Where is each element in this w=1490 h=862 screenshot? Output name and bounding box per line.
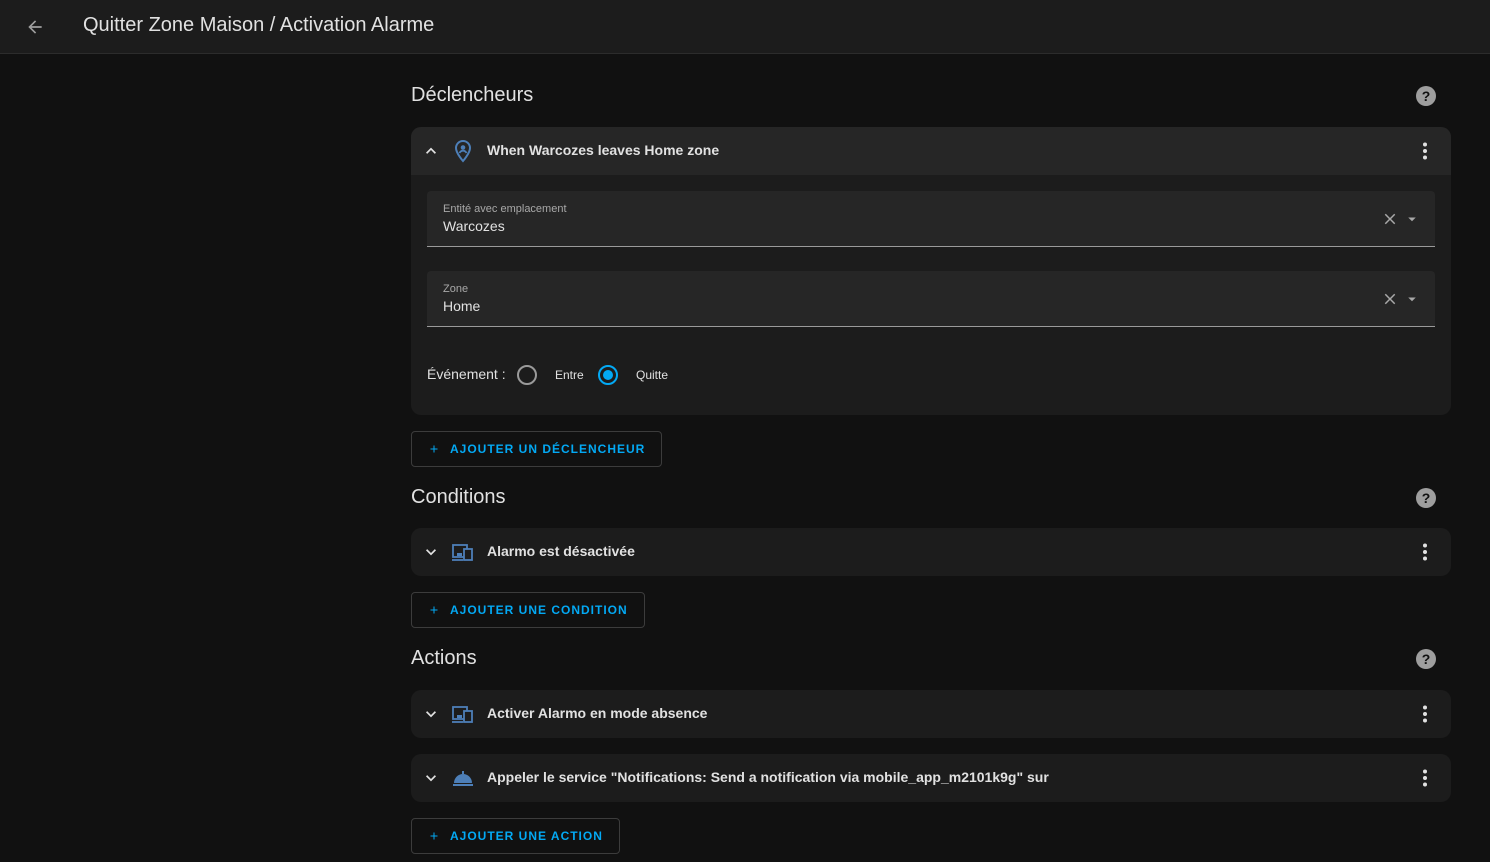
dots-vertical-icon[interactable] [1413,766,1437,790]
entity-field-value: Warcozes [443,218,505,234]
action-title: Activer Alarmo en mode absence [487,705,708,721]
triggers-section-header: Déclencheurs ? [411,84,1451,114]
room-service-icon [453,771,473,786]
radio-entre-label[interactable]: Entre [555,368,584,382]
conditions-section-header: Conditions ? [411,486,1451,516]
plus-icon [430,606,438,614]
help-circle-icon[interactable]: ? [1414,84,1438,108]
chevron-down-icon[interactable] [421,768,441,788]
condition-title: Alarmo est désactivée [487,543,635,559]
radio-quitte-label[interactable]: Quitte [636,368,668,382]
back-button[interactable] [18,10,52,44]
menu-down-icon[interactable] [1403,290,1421,308]
action-card-header[interactable]: Appeler le service "Notifications: Send … [411,754,1451,802]
svg-text:?: ? [1422,651,1431,667]
chevron-up-icon[interactable] [421,141,441,161]
add-action-label: AJOUTER UNE ACTION [450,829,603,843]
close-icon[interactable] [1381,210,1399,228]
action-card: Appeler le service "Notifications: Send … [411,754,1451,802]
action-title: Appeler le service "Notifications: Send … [487,769,1049,785]
radio-quitte[interactable] [598,365,618,385]
plus-icon [430,445,438,453]
entity-field-label: Entité avec emplacement [443,203,567,215]
help-circle-icon[interactable]: ? [1414,647,1438,671]
trigger-title: When Warcozes leaves Home zone [487,142,720,158]
help-circle-icon[interactable]: ? [1414,486,1438,510]
add-condition-button[interactable]: AJOUTER UNE CONDITION [411,592,645,628]
map-marker-account-icon [454,139,472,163]
zone-field-value: Home [443,298,481,314]
zone-field-label: Zone [443,283,469,295]
arrow-left-icon [28,20,42,34]
radio-entre[interactable] [517,365,537,385]
dots-vertical-icon[interactable] [1413,139,1437,163]
trigger-card: When Warcozes leaves Home zone Entité av… [411,127,1451,415]
action-card: Activer Alarmo en mode absence [411,690,1451,738]
event-radio-group: Événement : Entre Quitte [427,363,1027,387]
entity-select-field[interactable]: Entité avec emplacement Warcozes [427,191,1435,247]
chevron-down-icon[interactable] [421,704,441,724]
add-action-button[interactable]: AJOUTER UNE ACTION [411,818,620,854]
close-icon[interactable] [1381,290,1399,308]
devices-icon [452,706,473,723]
menu-down-icon[interactable] [1403,210,1421,228]
trigger-card-header[interactable]: When Warcozes leaves Home zone [411,127,1451,175]
add-condition-label: AJOUTER UNE CONDITION [450,603,628,617]
svg-text:?: ? [1422,490,1431,506]
chevron-down-icon[interactable] [421,542,441,562]
conditions-title: Conditions [411,486,506,508]
page-title: Quitter Zone Maison / Activation Alarme [83,14,435,36]
add-trigger-label: AJOUTER UN DÉCLENCHEUR [450,442,646,456]
top-app-bar: Quitter Zone Maison / Activation Alarme [0,0,1490,54]
dots-vertical-icon[interactable] [1413,540,1437,564]
add-trigger-button[interactable]: AJOUTER UN DÉCLENCHEUR [411,431,663,467]
event-label: Événement : [427,366,506,382]
plus-icon [430,832,438,840]
dots-vertical-icon[interactable] [1413,702,1437,726]
devices-icon [452,544,473,561]
triggers-title: Déclencheurs [411,84,534,106]
actions-title: Actions [411,647,477,669]
action-card-header[interactable]: Activer Alarmo en mode absence [411,690,1451,738]
actions-section-header: Actions ? [411,647,1451,677]
zone-select-field[interactable]: Zone Home [427,271,1435,327]
svg-text:?: ? [1422,88,1431,104]
condition-card: Alarmo est désactivée [411,528,1451,576]
condition-card-header[interactable]: Alarmo est désactivée [411,528,1451,576]
